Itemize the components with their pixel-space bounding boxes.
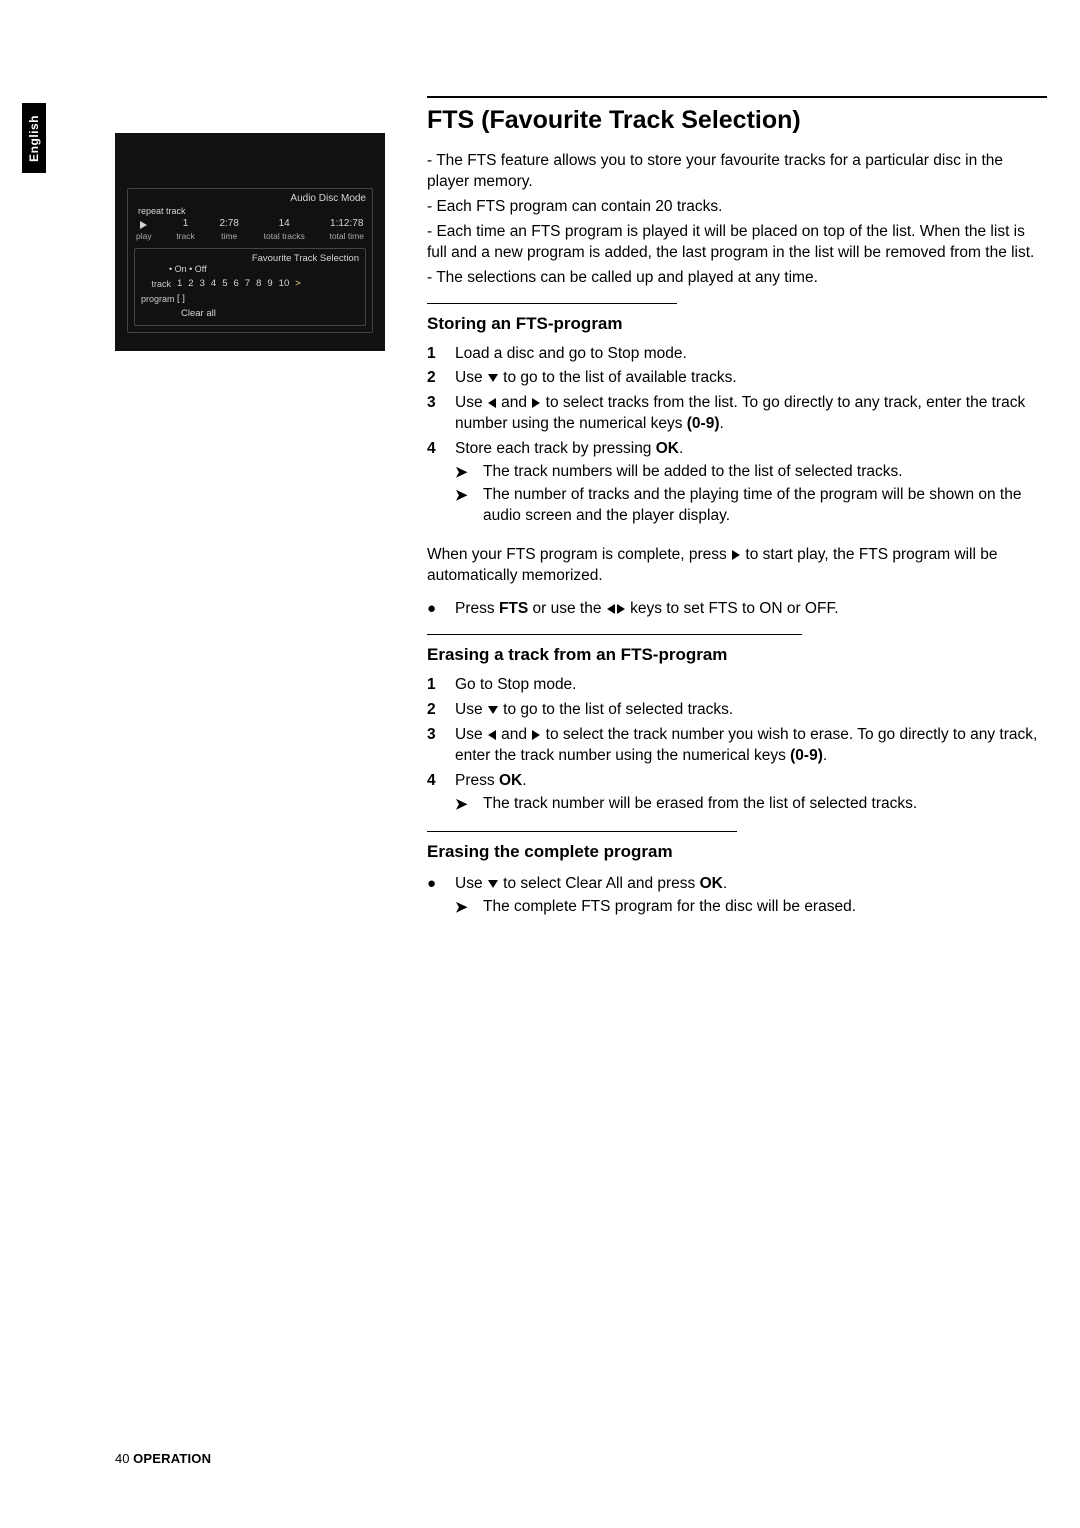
right-icon: [732, 550, 740, 560]
bullet-note: ●Press FTS or use the keys to set FTS to…: [427, 599, 1047, 620]
result-arrow-icon: ➤: [455, 897, 483, 918]
left-icon: [488, 730, 496, 740]
fts-track-row: track 12345678910 >: [141, 278, 359, 289]
step-text: Use and to select tracks from the list. …: [455, 393, 1047, 435]
fts-program-row: program [ ]: [141, 293, 359, 304]
right-icon: [532, 398, 540, 408]
right-icon: [617, 604, 625, 614]
intro-line: - The FTS feature allows you to store yo…: [427, 151, 1047, 193]
language-tab: English: [22, 103, 46, 173]
fts-panel-title: Favourite Track Selection: [141, 253, 359, 264]
erasing-steps: 1Go to Stop mode. 2Use to go to the list…: [427, 675, 1047, 817]
rule: [427, 634, 802, 635]
fts-panel: Favourite Track Selection • On • Off tra…: [134, 248, 366, 326]
rule: [427, 303, 677, 304]
mode-title: Audio Disc Mode: [134, 193, 366, 204]
intro-line: - Each FTS program can contain 20 tracks…: [427, 197, 1047, 218]
step-text: Load a disc and go to Stop mode.: [455, 344, 1047, 365]
step-text: Use and to select the track number you w…: [455, 725, 1047, 767]
result-arrow-icon: ➤: [455, 485, 483, 527]
status-row: play 1track 2:78time 14total tracks 1:12…: [134, 218, 366, 242]
down-icon: [488, 374, 498, 382]
osd-panel: Audio Disc Mode repeat track play 1track…: [115, 133, 385, 351]
fts-onoff: • On • Off: [169, 264, 359, 274]
audio-mode-panel: Audio Disc Mode repeat track play 1track…: [127, 188, 373, 333]
step-text: Store each track by pressing OK. ➤The tr…: [455, 439, 1047, 529]
intro-line: - Each time an FTS program is played it …: [427, 222, 1047, 264]
bullet-note: ●Use to select Clear All and press OK. ➤…: [427, 874, 1047, 920]
section-heading: Erasing a track from an FTS-program: [427, 645, 1047, 665]
step-text: Go to Stop mode.: [455, 675, 1047, 696]
result-arrow-icon: ➤: [455, 794, 483, 815]
storing-steps: 1Load a disc and go to Stop mode. 2Use t…: [427, 344, 1047, 530]
left-icon: [607, 604, 615, 614]
storing-after: When your FTS program is complete, press…: [427, 545, 1047, 587]
rule: [427, 96, 1047, 98]
step-text: Use to go to the list of available track…: [455, 368, 1047, 389]
osd-illustration: Audio Disc Mode repeat track play 1track…: [115, 133, 385, 351]
fts-clear-all: Clear all: [181, 308, 359, 319]
section-heading: Storing an FTS-program: [427, 314, 1047, 334]
left-icon: [488, 398, 496, 408]
rule: [427, 831, 737, 832]
down-icon: [488, 706, 498, 714]
result-arrow-icon: ➤: [455, 462, 483, 483]
repeat-label: repeat track: [138, 206, 366, 216]
page-footer: 40 OPERATION: [115, 1451, 211, 1466]
down-icon: [488, 880, 498, 888]
intro-line: - The selections can be called up and pl…: [427, 268, 1047, 289]
section-heading: Erasing the complete program: [427, 842, 1047, 862]
step-text: Press OK. ➤The track number will be eras…: [455, 771, 1047, 817]
page-title: FTS (Favourite Track Selection): [427, 106, 1047, 135]
content-column: FTS (Favourite Track Selection) - The FT…: [427, 96, 1047, 924]
right-icon: [532, 730, 540, 740]
step-text: Use to go to the list of selected tracks…: [455, 700, 1047, 721]
play-icon: [140, 221, 147, 229]
